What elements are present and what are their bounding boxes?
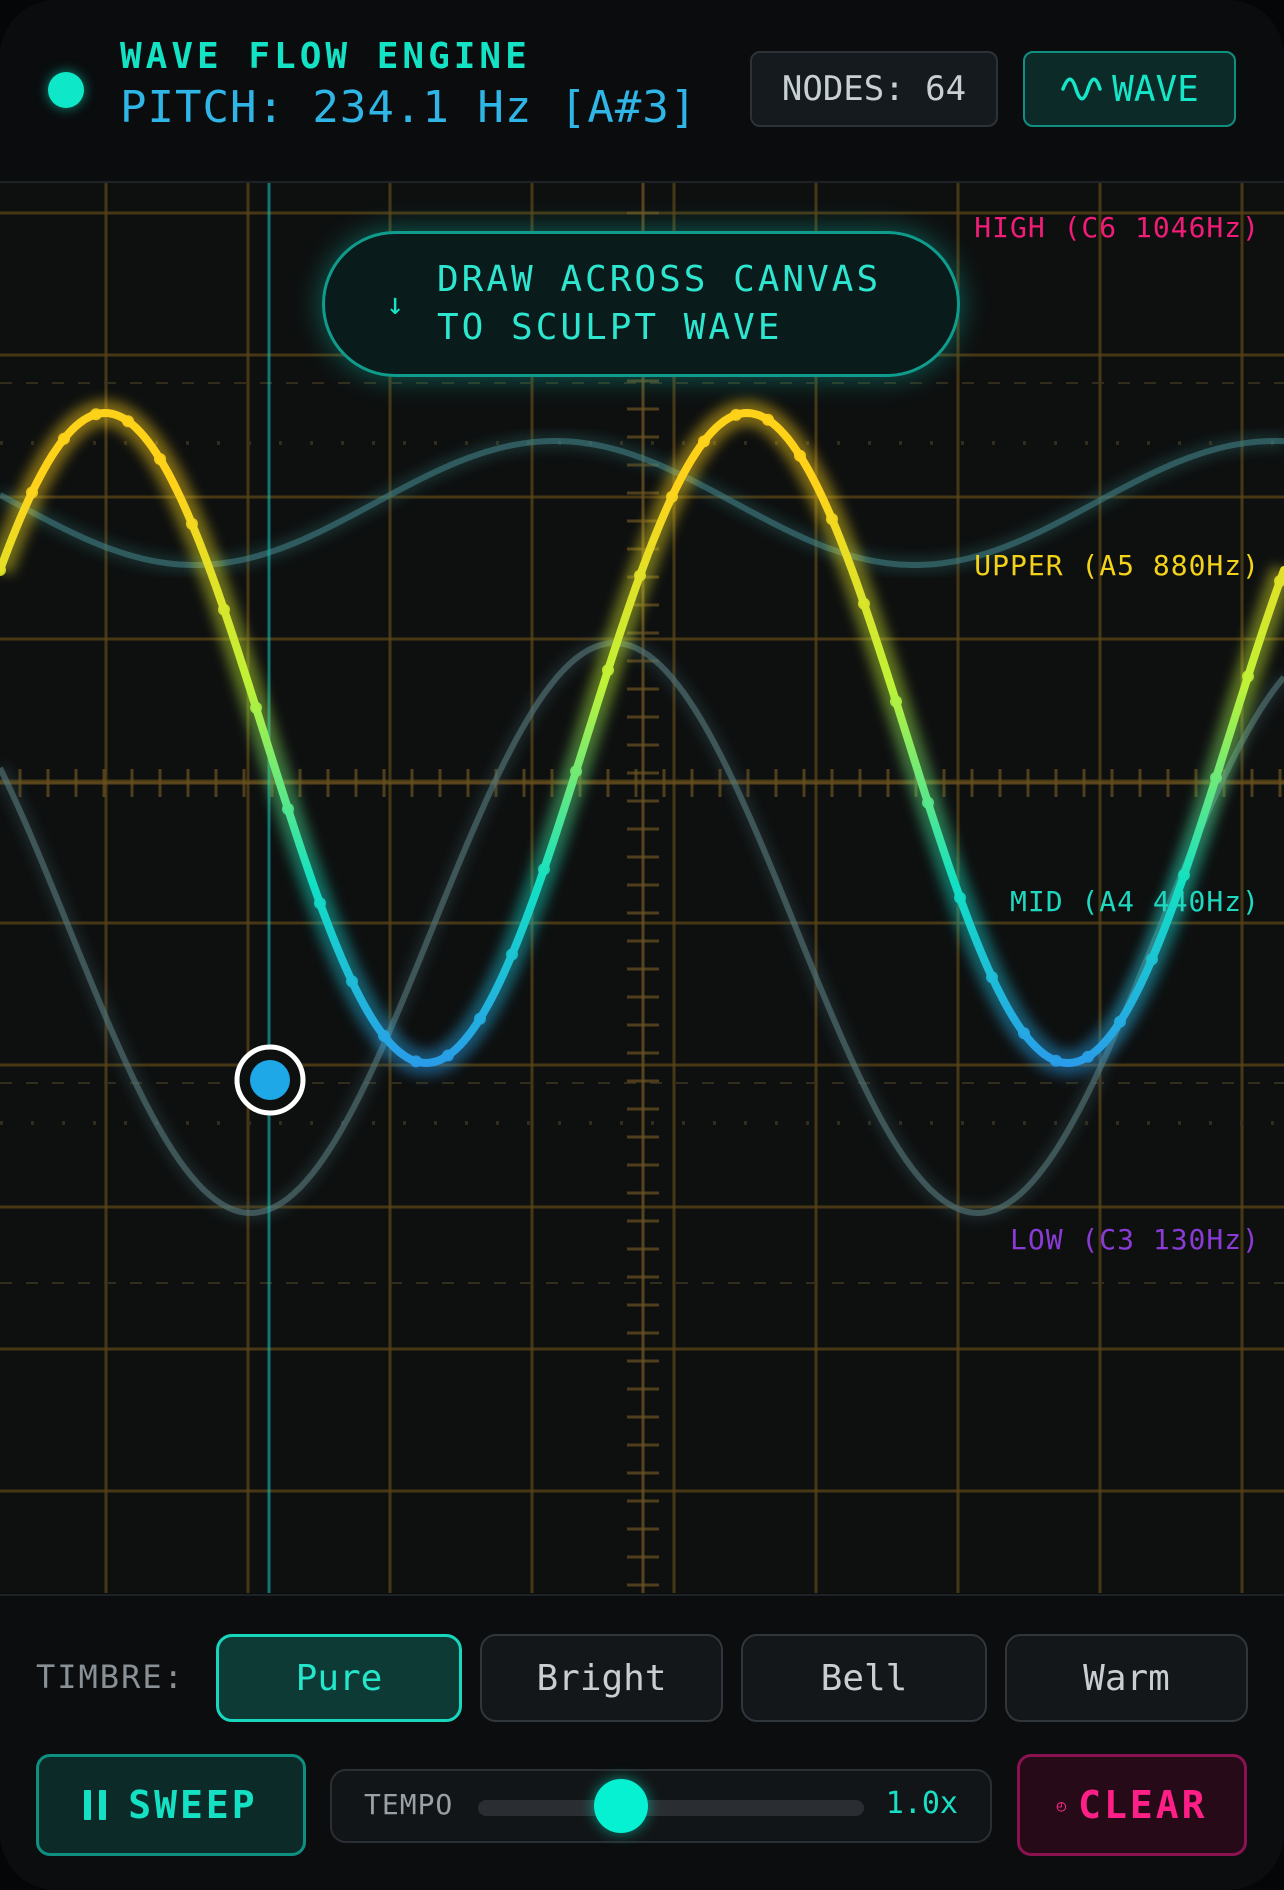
tempo-control: TEMPO 1.0x bbox=[330, 1769, 992, 1843]
sweep-label: SWEEP bbox=[128, 1783, 258, 1827]
app-frame: WAVE FLOW ENGINE PITCH: 234.1 Hz [A#3] N… bbox=[0, 0, 1284, 1890]
timbre-bright-button[interactable]: Bright bbox=[480, 1634, 723, 1722]
header-bar: WAVE FLOW ENGINE PITCH: 234.1 Hz [A#3] N… bbox=[0, 0, 1284, 183]
trash-icon: ◴ bbox=[1056, 1795, 1067, 1815]
tempo-label: TEMPO bbox=[364, 1788, 454, 1821]
wave-canvas[interactable]: ↓ DRAW ACROSS CANVAS TO SCULPT WAVE HIGH… bbox=[0, 183, 1284, 1593]
control-panel: TIMBRE: Pure Bright Bell Warm SWEEP TEMP… bbox=[0, 1594, 1284, 1890]
app-title: WAVE FLOW ENGINE bbox=[120, 36, 531, 77]
pitch-readout: PITCH: 234.1 Hz [A#3] bbox=[120, 82, 698, 133]
tempo-slider-track[interactable] bbox=[478, 1800, 864, 1816]
hint-line-1: DRAW ACROSS CANVAS bbox=[437, 259, 882, 300]
wave-mode-label: WAVE bbox=[1112, 68, 1199, 110]
hint-line-2: TO SCULPT WAVE bbox=[437, 307, 783, 348]
timbre-pure-button[interactable]: Pure bbox=[216, 1634, 462, 1722]
band-label-low: LOW (C3 130Hz) bbox=[1009, 1223, 1260, 1256]
nodes-counter: NODES: 64 bbox=[750, 51, 998, 127]
band-label-mid: MID (A4 440Hz) bbox=[1009, 885, 1260, 918]
timbre-label: TIMBRE: bbox=[36, 1658, 185, 1696]
tempo-slider-thumb[interactable] bbox=[594, 1779, 648, 1833]
wave-mode-button[interactable]: WAVE bbox=[1023, 51, 1236, 127]
sweep-button[interactable]: SWEEP bbox=[36, 1754, 306, 1856]
band-label-high: HIGH (C6 1046Hz) bbox=[974, 211, 1260, 244]
sine-wave-icon bbox=[1061, 77, 1102, 101]
arrow-down-icon: ↓ bbox=[385, 286, 405, 322]
playhead-handle[interactable] bbox=[234, 1044, 306, 1116]
draw-hint-pill: ↓ DRAW ACROSS CANVAS TO SCULPT WAVE bbox=[322, 231, 960, 377]
timbre-bell-button[interactable]: Bell bbox=[741, 1634, 987, 1722]
pause-icon bbox=[84, 1790, 107, 1820]
clear-button[interactable]: ◴ CLEAR bbox=[1017, 1754, 1247, 1856]
band-label-upper: UPPER (A5 880Hz) bbox=[974, 549, 1260, 582]
status-indicator bbox=[48, 72, 84, 108]
clear-label: CLEAR bbox=[1078, 1783, 1208, 1827]
tempo-value: 1.0x bbox=[885, 1786, 958, 1821]
timbre-warm-button[interactable]: Warm bbox=[1005, 1634, 1248, 1722]
